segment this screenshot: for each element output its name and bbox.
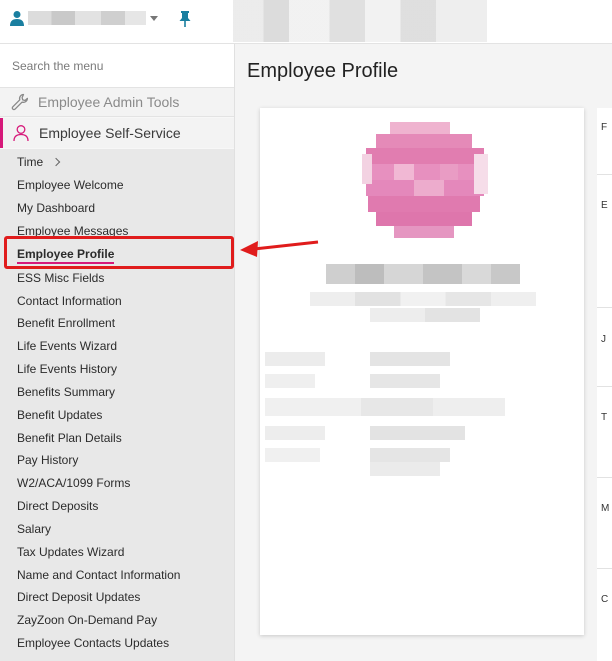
redacted-detail-label	[265, 352, 325, 366]
redacted-detail-value	[370, 448, 450, 462]
caret-down-icon	[150, 15, 158, 21]
sidebar-section-label: Employee Self-Service	[39, 125, 181, 141]
menu-search	[0, 44, 234, 88]
user-menu[interactable]	[10, 10, 158, 26]
redacted-detail-label	[265, 374, 315, 388]
panel-section-label: F	[601, 122, 608, 133]
divider	[597, 477, 612, 478]
top-bar	[0, 0, 612, 44]
right-detail-panel: F E J T M C	[597, 108, 612, 661]
sidebar-item-employee-welcome[interactable]: Employee Welcome	[17, 177, 124, 193]
profile-card	[260, 108, 584, 635]
redacted-header-info	[233, 0, 487, 42]
sidebar-section-label: Employee Admin Tools	[38, 94, 180, 110]
sidebar-item-direct-deposits[interactable]: Direct Deposits	[17, 498, 98, 514]
divider	[597, 307, 612, 308]
panel-section-label: C	[601, 594, 609, 605]
user-icon	[10, 11, 24, 26]
pin-icon[interactable]	[178, 10, 192, 28]
sidebar-item-my-dashboard[interactable]: My Dashboard	[17, 200, 95, 216]
sidebar: Employee Admin Tools Employee Self-Servi…	[0, 44, 235, 661]
panel-section-label: M	[601, 503, 610, 514]
redacted-detail-label	[265, 448, 320, 462]
panel-section-label: E	[601, 200, 608, 211]
sidebar-item-salary[interactable]: Salary	[17, 521, 51, 537]
app-window: Employee Admin Tools Employee Self-Servi…	[0, 0, 612, 661]
highlight-box	[4, 236, 234, 269]
sidebar-item-benefits-summary[interactable]: Benefits Summary	[17, 384, 115, 400]
sidebar-item-name-and-contact-information[interactable]: Name and Contact Information	[17, 567, 180, 583]
main-content: Employee Profile F E J T M C	[235, 44, 612, 661]
redacted-user-name	[28, 11, 146, 25]
sidebar-item-w2-aca-1099-forms[interactable]: W2/ACA/1099 Forms	[17, 475, 130, 491]
person-outline-icon	[13, 125, 29, 142]
sidebar-item-life-events-wizard[interactable]: Life Events Wizard	[17, 338, 117, 354]
sidebar-item-ess-misc-fields[interactable]: ESS Misc Fields	[17, 270, 104, 286]
search-input[interactable]	[12, 59, 222, 73]
sidebar-item-life-events-history[interactable]: Life Events History	[17, 361, 117, 377]
sidebar-item-pay-history[interactable]: Pay History	[17, 452, 78, 468]
redacted-detail-label	[265, 398, 505, 416]
redacted-employee-name	[326, 264, 520, 284]
sidebar-item-label: Time	[17, 155, 44, 169]
sidebar-item-direct-deposit-updates[interactable]: Direct Deposit Updates	[17, 589, 140, 605]
sidebar-section-self-service[interactable]: Employee Self-Service	[0, 118, 234, 148]
redacted-detail-value	[370, 374, 440, 388]
redacted-detail-value	[370, 426, 465, 440]
sidebar-item-benefit-updates[interactable]: Benefit Updates	[17, 407, 102, 423]
redacted-detail-value	[370, 352, 450, 366]
redacted-employee-title	[310, 292, 536, 306]
sidebar-menu-list: Time Employee Welcome My Dashboard Emplo…	[0, 149, 234, 661]
sidebar-item-benefit-plan-details[interactable]: Benefit Plan Details	[17, 430, 122, 446]
sidebar-item-tax-updates-wizard[interactable]: Tax Updates Wizard	[17, 544, 124, 560]
redacted-detail-value	[370, 462, 440, 476]
redacted-employee-subtitle	[370, 308, 480, 322]
sidebar-item-contact-information[interactable]: Contact Information	[17, 293, 122, 309]
redacted-avatar-photo	[362, 122, 488, 238]
wrench-icon	[11, 93, 29, 111]
redacted-detail-label	[265, 426, 325, 440]
chevron-right-icon	[51, 157, 61, 167]
sidebar-item-employee-contacts-updates[interactable]: Employee Contacts Updates	[17, 635, 169, 651]
sidebar-section-admin-tools[interactable]: Employee Admin Tools	[0, 88, 234, 117]
sidebar-item-time[interactable]: Time	[17, 154, 61, 170]
panel-section-label: J	[601, 334, 606, 345]
page-title: Employee Profile	[247, 60, 399, 82]
sidebar-item-zayzoon-on-demand-pay[interactable]: ZayZoon On-Demand Pay	[17, 612, 157, 628]
annotation-arrow-icon	[240, 240, 319, 257]
divider	[597, 174, 612, 175]
sidebar-item-benefit-enrollment[interactable]: Benefit Enrollment	[17, 315, 115, 331]
divider	[597, 568, 612, 569]
divider	[597, 386, 612, 387]
panel-section-label: T	[601, 412, 608, 423]
